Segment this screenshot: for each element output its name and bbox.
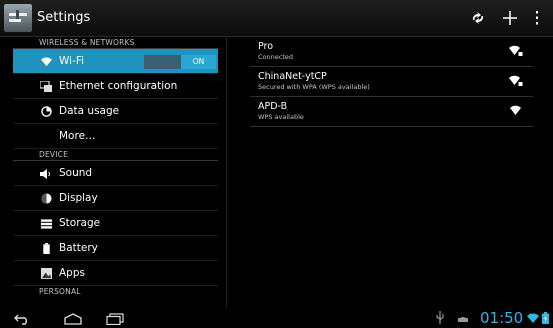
action-bar: Settings — [0, 0, 553, 37]
sidebar-item-wifi[interactable]: Wi-Fi ON — [13, 49, 218, 74]
wifi-toggle-on: ON — [181, 55, 216, 69]
android-debug-icon — [458, 317, 468, 322]
sidebar-item-ethernet[interactable]: Ethernet configuration — [13, 74, 218, 99]
overflow-menu-icon[interactable] — [525, 0, 549, 36]
sidebar-item-label: Data usage — [59, 105, 120, 117]
settings-app-icon[interactable] — [4, 4, 32, 32]
network-item-chinanet[interactable]: ChinaNet-ytCP Secured with WPA (WPS avai… — [250, 67, 533, 97]
network-status: Secured with WPA (WPS available) — [258, 83, 370, 91]
sidebar-item-display[interactable]: Display — [13, 186, 218, 211]
sidebar-item-label: Battery — [59, 242, 98, 254]
sidebar-item-sound[interactable]: Sound — [13, 161, 218, 186]
back-icon[interactable] — [14, 310, 30, 327]
wifi-icon — [39, 49, 53, 74]
recent-apps-icon[interactable] — [106, 310, 124, 327]
sidebar-item-label: Storage — [59, 217, 101, 229]
network-status: Connected — [258, 53, 294, 61]
sidebar-item-storage[interactable]: Storage — [13, 211, 218, 236]
sidebar-item-label: Ethernet configuration — [59, 80, 178, 92]
settings-sidebar: WIRELESS & NETWORKS Wi-Fi ON Ethernet co… — [13, 37, 218, 309]
battery-icon — [39, 236, 53, 261]
wps-pin-icon[interactable] — [462, 0, 494, 36]
storage-icon — [39, 211, 53, 236]
wifi-signal-icon — [510, 105, 521, 115]
section-header-personal: PERSONAL — [39, 287, 81, 296]
display-icon — [39, 186, 53, 211]
data-usage-icon — [39, 99, 53, 124]
section-header-wireless: WIRELESS & NETWORKS — [13, 37, 218, 49]
network-status: WPS available — [258, 113, 304, 121]
sidebar-item-label: Apps — [59, 267, 85, 279]
network-item-pro[interactable]: Pro Connected — [250, 37, 533, 67]
wifi-signal-locked-icon — [509, 75, 523, 86]
usb-icon — [436, 311, 444, 324]
network-ssid: ChinaNet-ytCP — [258, 71, 327, 82]
network-ssid: APD-B — [258, 101, 288, 112]
sidebar-item-data-usage[interactable]: Data usage — [13, 99, 218, 124]
add-network-icon[interactable] — [494, 0, 526, 36]
apps-icon — [39, 261, 53, 286]
sidebar-item-label: More… — [59, 130, 96, 142]
status-clock: 01:50 — [480, 309, 524, 327]
page-title: Settings — [37, 10, 91, 25]
network-ssid: Pro — [258, 41, 274, 52]
system-bar: 01:50 — [0, 309, 553, 328]
section-header-device: DEVICE — [13, 149, 218, 161]
pane-divider — [226, 37, 227, 307]
battery-charging-icon — [542, 312, 549, 324]
sidebar-item-more[interactable]: More… — [13, 124, 218, 149]
sound-icon — [39, 161, 53, 186]
home-icon[interactable] — [64, 310, 82, 327]
wifi-signal-status-icon — [527, 313, 539, 323]
sidebar-item-label: Display — [59, 192, 98, 204]
sidebar-item-apps[interactable]: Apps — [13, 261, 218, 286]
wifi-signal-locked-icon — [509, 45, 523, 56]
sidebar-item-label: Sound — [59, 167, 93, 179]
sidebar-item-label: Wi-Fi — [59, 55, 85, 67]
wifi-network-list: Pro Connected ChinaNet-ytCP Secured with… — [250, 37, 533, 127]
sidebar-item-battery[interactable]: Battery — [13, 236, 218, 261]
ethernet-icon — [39, 74, 53, 99]
network-item-apd-b[interactable]: APD-B WPS available — [250, 97, 533, 127]
wifi-toggle[interactable]: ON — [144, 55, 216, 69]
